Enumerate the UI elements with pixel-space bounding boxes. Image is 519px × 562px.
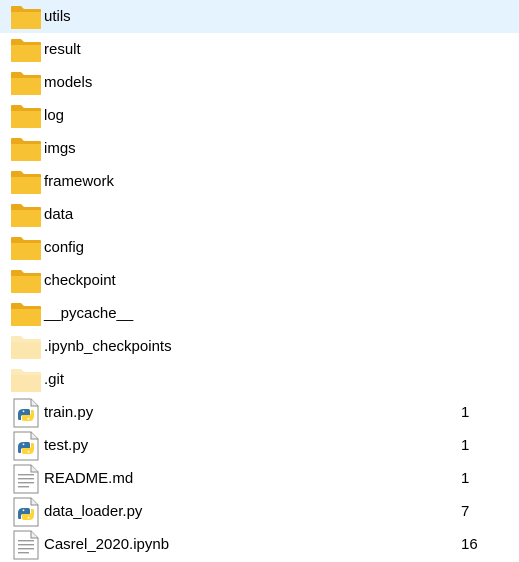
- folder-icon: [10, 231, 42, 264]
- file-name: test.py: [44, 437, 89, 454]
- file-size: 7: [461, 503, 470, 520]
- python-file-icon: [10, 429, 42, 462]
- folder-icon: [10, 165, 42, 198]
- python-file-icon: [10, 396, 42, 429]
- file-name: checkpoint: [44, 272, 116, 289]
- python-file-icon: [10, 495, 42, 528]
- file-name: log: [44, 107, 65, 124]
- file-size: 16: [461, 536, 478, 553]
- file-row-data-loader-py[interactable]: data_loader.py 7: [0, 495, 519, 528]
- file-row-pycache[interactable]: __pycache__: [0, 297, 519, 330]
- file-name: config: [44, 239, 85, 256]
- folder-icon: [10, 99, 42, 132]
- hidden-folder-icon: [10, 363, 42, 396]
- file-name: result: [44, 41, 81, 58]
- file-row-config[interactable]: config: [0, 231, 519, 264]
- file-name: .ipynb_checkpoints: [44, 338, 172, 355]
- file-name: README.md: [44, 470, 134, 487]
- file-name: data: [44, 206, 74, 223]
- file-row-checkpoint[interactable]: checkpoint: [0, 264, 519, 297]
- folder-icon: [10, 264, 42, 297]
- file-row-data[interactable]: data: [0, 198, 519, 231]
- file-row-utils[interactable]: utils: [0, 0, 519, 33]
- file-row-casrel-ipynb[interactable]: Casrel_2020.ipynb 16: [0, 528, 519, 561]
- file-name: data_loader.py: [44, 503, 143, 520]
- text-file-icon: [10, 528, 42, 561]
- file-row-framework[interactable]: framework: [0, 165, 519, 198]
- file-row-result[interactable]: result: [0, 33, 519, 66]
- file-name: __pycache__: [44, 305, 134, 322]
- text-file-icon: [10, 462, 42, 495]
- file-name: framework: [44, 173, 115, 190]
- folder-icon: [10, 66, 42, 99]
- file-row-git[interactable]: .git: [0, 363, 519, 396]
- file-list: utils result models log imgs framework d…: [0, 0, 519, 562]
- folder-icon: [10, 297, 42, 330]
- file-row-models[interactable]: models: [0, 66, 519, 99]
- file-name: train.py: [44, 404, 94, 421]
- file-size: 1: [461, 437, 470, 454]
- folder-icon: [10, 33, 42, 66]
- file-row-imgs[interactable]: imgs: [0, 132, 519, 165]
- folder-icon: [10, 198, 42, 231]
- file-size: 1: [461, 404, 470, 421]
- file-row-train-py[interactable]: train.py 1: [0, 396, 519, 429]
- hidden-folder-icon: [10, 330, 42, 363]
- file-name: models: [44, 74, 93, 91]
- file-name: imgs: [44, 140, 76, 157]
- file-row-log[interactable]: log: [0, 99, 519, 132]
- file-name: Casrel_2020.ipynb: [44, 536, 170, 553]
- file-row-ipynb-checkpoints[interactable]: .ipynb_checkpoints: [0, 330, 519, 363]
- file-row-test-py[interactable]: test.py 1: [0, 429, 519, 462]
- folder-icon: [10, 132, 42, 165]
- file-row-readme[interactable]: README.md 1: [0, 462, 519, 495]
- folder-icon: [10, 0, 42, 33]
- file-size: 1: [461, 470, 470, 487]
- file-name: .git: [44, 371, 65, 388]
- file-name: utils: [44, 8, 71, 25]
